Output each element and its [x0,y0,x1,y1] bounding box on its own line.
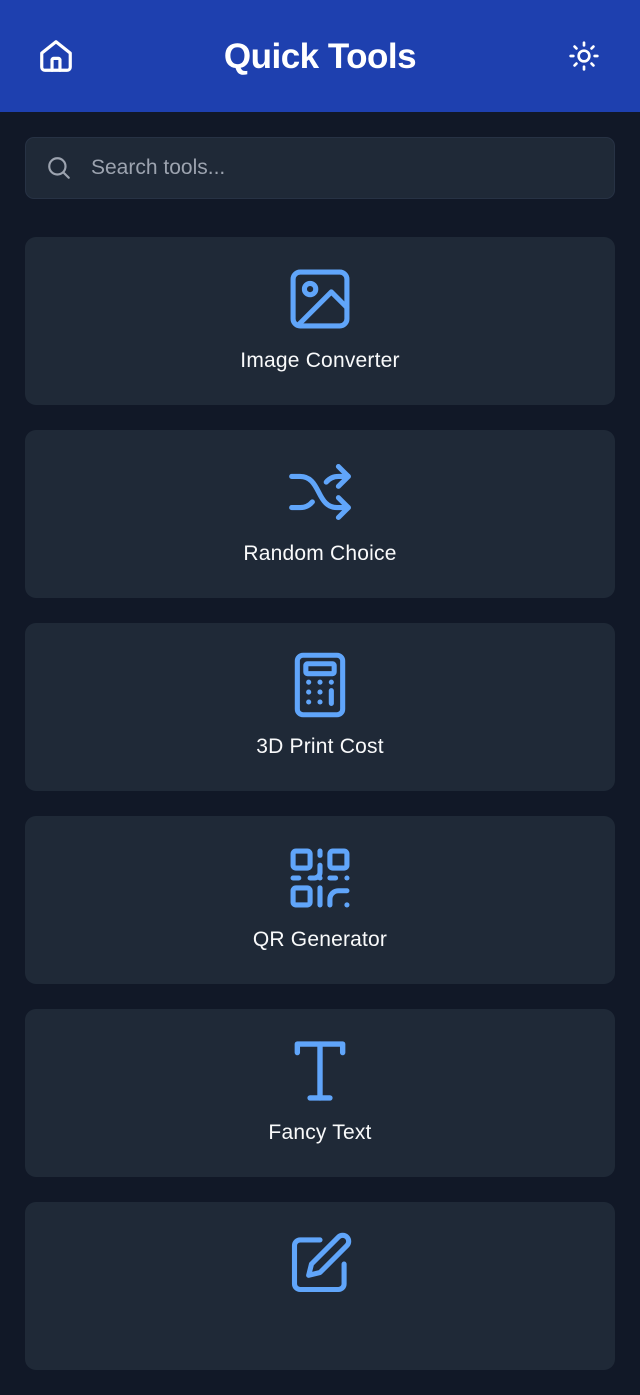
tool-card-image-converter[interactable]: Image Converter [25,237,615,405]
search-icon [45,154,73,182]
sun-icon [568,40,600,72]
theme-toggle-button[interactable] [562,36,606,76]
app-header: Quick Tools [0,0,640,112]
tool-card-qr-generator[interactable]: QR Generator [25,816,615,984]
qr-code-icon [286,844,354,912]
tool-label: QR Generator [252,928,388,951]
search-bar [25,137,615,199]
tool-card-3d-print-cost[interactable]: 3D Print Cost [25,623,615,791]
tool-card-edit[interactable] [25,1202,615,1370]
home-icon [37,37,75,75]
tool-list: Image Converter Random Choice 3D Print C… [25,237,615,1395]
tool-label: 3D Print Cost [256,735,384,758]
tool-label: Fancy Text [268,1121,372,1144]
page-title: Quick Tools [223,37,417,76]
search-input[interactable] [89,155,573,181]
text-icon [286,1037,354,1105]
calculator-icon [286,651,354,719]
tool-label: Image Converter [240,349,400,372]
tool-card-random-choice[interactable]: Random Choice [25,430,615,598]
home-button[interactable] [34,34,78,78]
shuffle-icon [286,458,354,526]
tool-card-fancy-text[interactable]: Fancy Text [25,1009,615,1177]
tool-label: Random Choice [243,542,397,565]
edit-icon [286,1230,354,1298]
image-icon [286,265,354,333]
